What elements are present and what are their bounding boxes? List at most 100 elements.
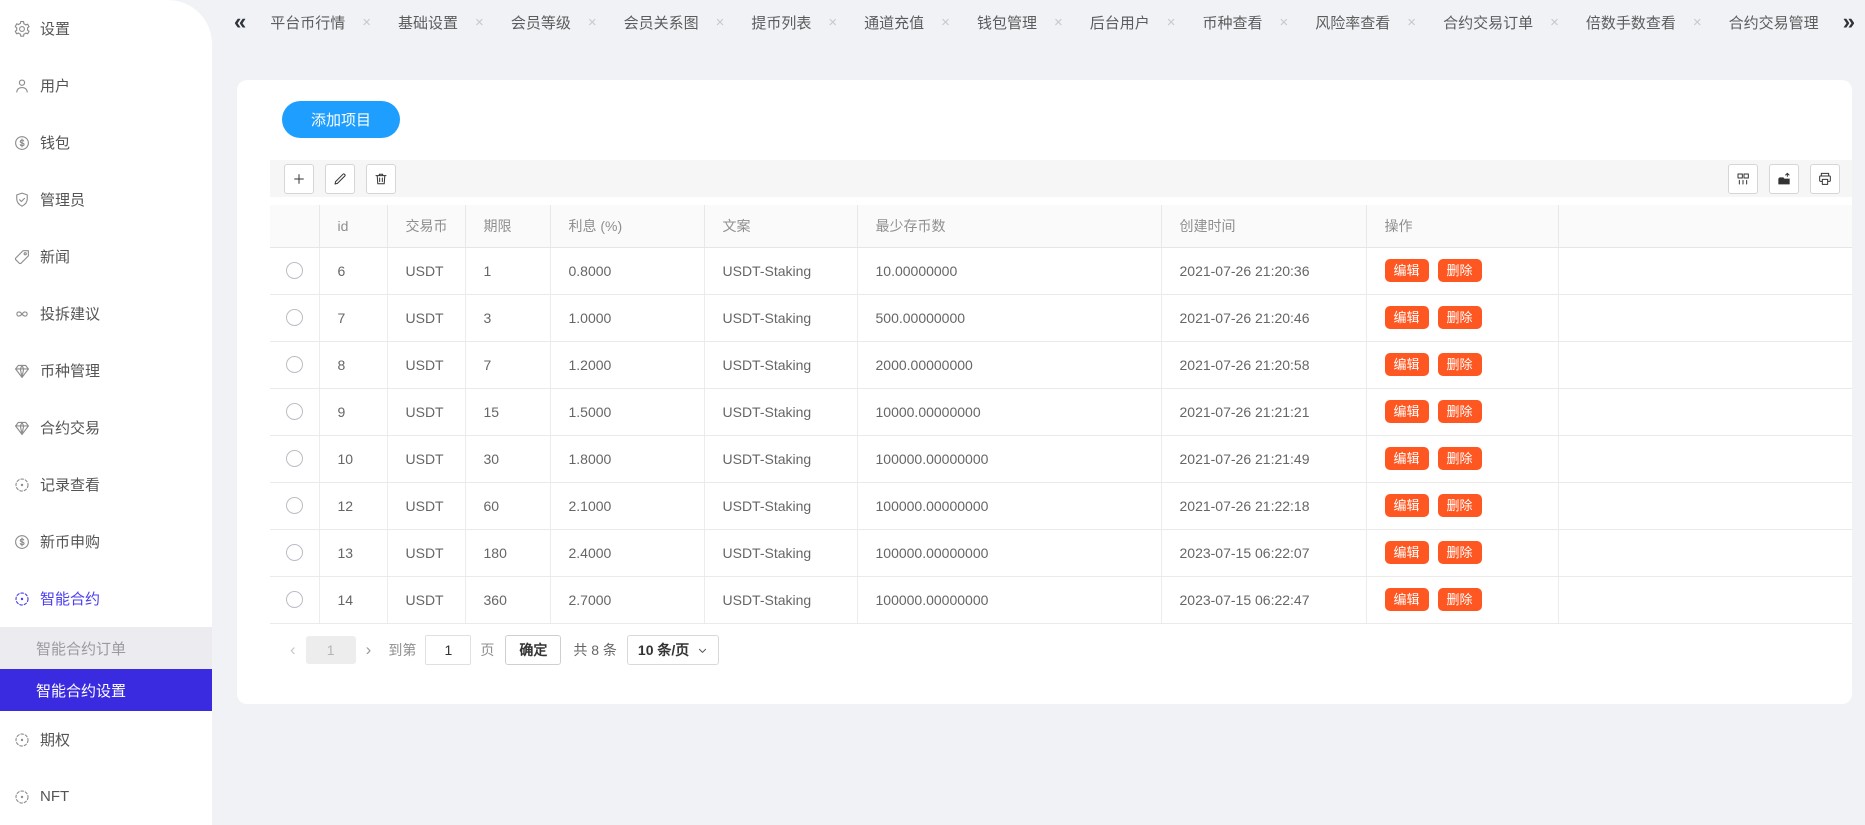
tab[interactable]: 合约交易订单× (1443, 12, 1559, 33)
page-size-select[interactable]: 10 条/页 (627, 635, 719, 665)
current-page[interactable]: 1 (306, 636, 356, 664)
row-radio[interactable] (286, 403, 303, 420)
tab[interactable]: 合约交易管理 (1729, 12, 1819, 33)
table-row: 10 USDT 30 1.8000 USDT-Staking 100000.00… (270, 435, 1852, 482)
sidebar-item[interactable]: 新闻 (0, 228, 212, 285)
tab-close-icon[interactable]: × (475, 15, 484, 30)
confirm-button[interactable]: 确定 (505, 635, 561, 665)
sidebar-item[interactable]: 投拆建议 (0, 285, 212, 342)
row-radio[interactable] (286, 262, 303, 279)
next-page-button[interactable]: › (358, 640, 380, 660)
sidebar-subitem[interactable]: 智能合约设置 (0, 669, 212, 711)
tabs-scroll-left-button[interactable]: « (212, 0, 258, 44)
tab-close-icon[interactable]: × (588, 15, 597, 30)
tab-close-icon[interactable]: × (941, 15, 950, 30)
delete-button[interactable]: 删除 (1438, 541, 1482, 564)
cell-coin: USDT (387, 435, 465, 482)
delete-button[interactable]: 删除 (1438, 400, 1482, 423)
add-row-button[interactable] (284, 164, 314, 194)
edit-button[interactable]: 编辑 (1385, 588, 1429, 611)
tab-close-icon[interactable]: × (1407, 15, 1416, 30)
sidebar-item[interactable]: 用户 (0, 57, 212, 114)
tab[interactable]: 钱包管理× (977, 12, 1063, 33)
delete-button[interactable]: 删除 (1438, 353, 1482, 376)
row-radio[interactable] (286, 544, 303, 561)
edit-button[interactable]: 编辑 (1385, 541, 1429, 564)
cell-created-at: 2023-07-15 06:22:07 (1161, 529, 1366, 576)
tab[interactable]: 币种查看 × (1203, 12, 1289, 33)
tab-close-icon[interactable]: × (1054, 15, 1063, 30)
export-button[interactable] (1769, 164, 1799, 194)
sidebar-item[interactable]: 钱包 (0, 114, 212, 171)
tab[interactable]: 会员等级× (511, 12, 597, 33)
sidebar-item[interactable]: 管理员 (0, 171, 212, 228)
dashed-circle-icon (13, 788, 31, 806)
diamond-icon (13, 419, 31, 437)
tab[interactable]: 通道充值× (864, 12, 950, 33)
cell-period: 15 (465, 388, 550, 435)
delete-button[interactable]: 删除 (1438, 494, 1482, 517)
tab[interactable]: 提币列表× (751, 12, 837, 33)
tab[interactable]: 平台币行情× (270, 12, 371, 33)
cell-min-deposit: 10.00000000 (857, 247, 1161, 294)
goto-page-input[interactable] (425, 635, 471, 665)
cell-text: USDT-Staking (704, 247, 857, 294)
sidebar-item[interactable]: 智能合约 (0, 570, 212, 627)
print-button[interactable] (1810, 164, 1840, 194)
sidebar-item-label: 期权 (40, 729, 70, 750)
sidebar-item[interactable]: 设置 (0, 0, 212, 57)
delete-button[interactable]: 删除 (1438, 588, 1482, 611)
tab[interactable]: 基础设置× (398, 12, 484, 33)
sidebar-item[interactable]: 合约交易 (0, 399, 212, 456)
sidebar-item[interactable]: 记录查看 (0, 456, 212, 513)
tab-label: 币种查看 (1203, 12, 1263, 33)
trash-icon (373, 171, 389, 187)
row-radio[interactable] (286, 450, 303, 467)
row-radio[interactable] (286, 591, 303, 608)
row-radio[interactable] (286, 497, 303, 514)
tab-label: 风险率查看 (1315, 12, 1390, 33)
edit-button[interactable]: 编辑 (1385, 353, 1429, 376)
row-radio[interactable] (286, 356, 303, 373)
cell-empty (1558, 341, 1852, 388)
infinity-icon (13, 305, 31, 323)
cell-id: 12 (319, 482, 387, 529)
delete-button[interactable]: 删除 (1438, 259, 1482, 282)
sidebar-item[interactable]: 币种管理 (0, 342, 212, 399)
edit-button[interactable]: 编辑 (1385, 447, 1429, 470)
prev-page-button[interactable]: ‹ (282, 640, 304, 660)
edit-button[interactable]: 编辑 (1385, 494, 1429, 517)
tab[interactable]: 会员关系图 × (624, 12, 725, 33)
tab-close-icon[interactable]: × (1550, 15, 1559, 30)
tab-close-icon[interactable]: × (362, 15, 371, 30)
tab-close-icon[interactable]: × (1167, 15, 1176, 30)
admin-screen: 设置用户钱包管理员新闻投拆建议币种管理合约交易记录查看新币申购智能合约智能合约订… (0, 0, 1865, 825)
cell-actions: 编辑删除 (1366, 529, 1558, 576)
filter-columns-button[interactable] (1728, 164, 1758, 194)
delete-button[interactable]: 删除 (1438, 306, 1482, 329)
tab-close-icon[interactable]: × (716, 15, 725, 30)
sidebar-item[interactable]: 新币申购 (0, 513, 212, 570)
cell-interest: 1.0000 (550, 294, 704, 341)
sidebar-item-label: 投拆建议 (40, 303, 100, 324)
edit-row-button[interactable] (325, 164, 355, 194)
tab[interactable]: 后台用户× (1090, 12, 1176, 33)
tab-label: 会员关系图 (624, 12, 699, 33)
tab-close-icon[interactable]: × (828, 15, 837, 30)
tab[interactable]: 倍数手数查看× (1586, 12, 1702, 33)
tab-close-icon[interactable]: × (1693, 15, 1702, 30)
sidebar-subitem[interactable]: 智能合约订单 (0, 627, 212, 669)
edit-button[interactable]: 编辑 (1385, 400, 1429, 423)
add-project-button[interactable]: 添加项目 (282, 101, 400, 138)
edit-button[interactable]: 编辑 (1385, 259, 1429, 282)
sidebar-item[interactable]: 期权 (0, 711, 212, 768)
edit-button[interactable]: 编辑 (1385, 306, 1429, 329)
tab[interactable]: 风险率查看 × (1315, 12, 1416, 33)
tab-close-icon[interactable]: × (1280, 15, 1289, 30)
row-radio[interactable] (286, 309, 303, 326)
sidebar-item[interactable]: NFT (0, 768, 212, 825)
tabs-scroll-right-button[interactable]: » (1831, 0, 1865, 44)
delete-row-button[interactable] (366, 164, 396, 194)
cell-coin: USDT (387, 482, 465, 529)
delete-button[interactable]: 删除 (1438, 447, 1482, 470)
